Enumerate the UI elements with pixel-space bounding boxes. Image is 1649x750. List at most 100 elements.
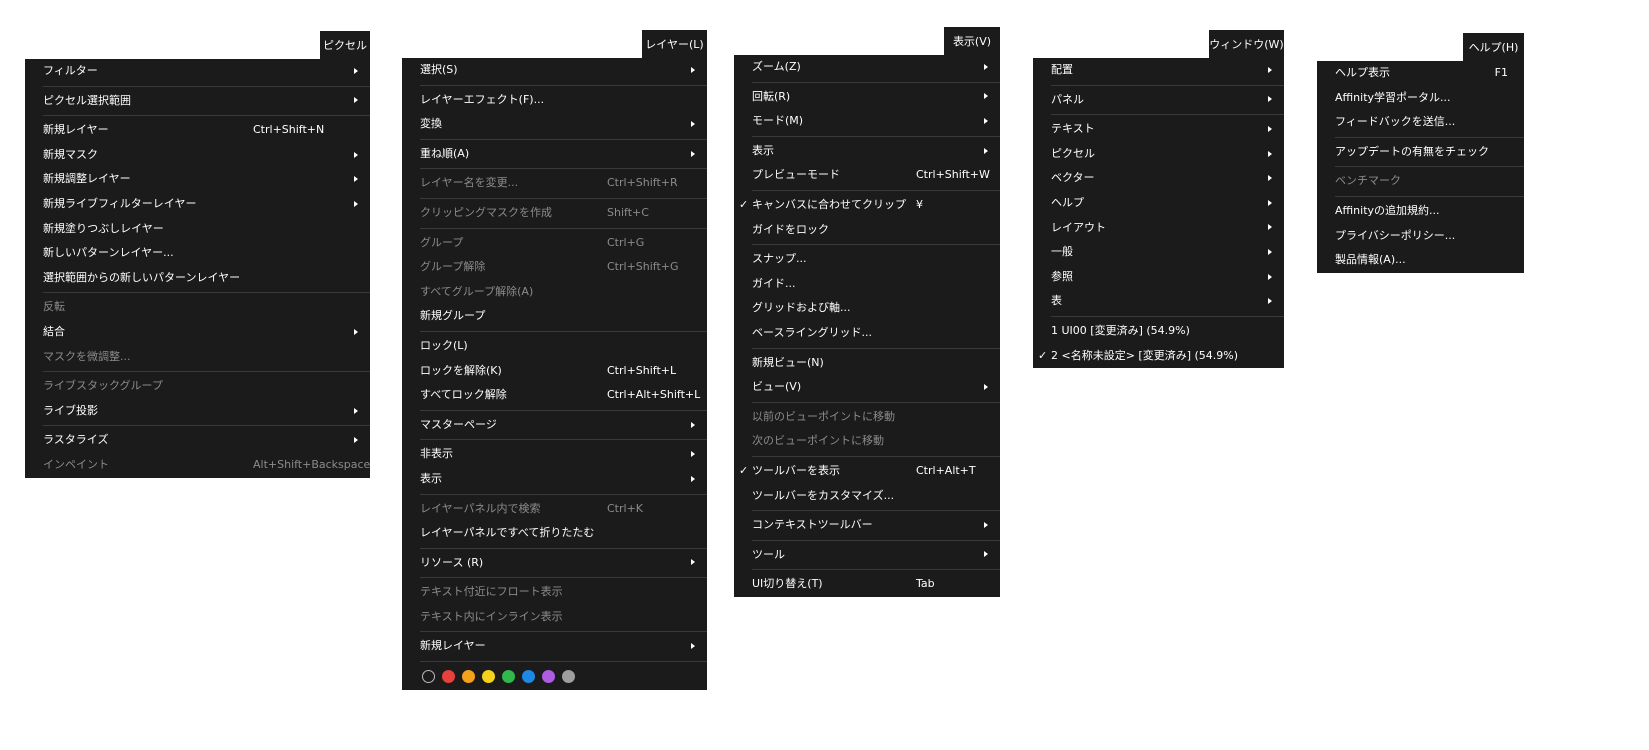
- menu-item[interactable]: 選択範囲からの新しいパターンレイヤー: [25, 266, 370, 291]
- menu-item-label: ベースライングリッド...: [752, 325, 872, 339]
- menu-item[interactable]: ロック(L): [402, 334, 707, 359]
- menu-item[interactable]: アップデートの有無をチェック: [1317, 140, 1524, 165]
- menu-item[interactable]: グリッドおよび軸...: [734, 296, 1000, 321]
- submenu-arrow-icon: [691, 150, 695, 157]
- menu-item[interactable]: ピクセル選択範囲: [25, 89, 370, 114]
- menu-item[interactable]: フィードバックを送信...: [1317, 110, 1524, 135]
- menu-item[interactable]: レイヤーパネルですべて折りたたむ: [402, 521, 707, 546]
- color-tag-none[interactable]: [422, 670, 435, 684]
- menu-item[interactable]: 選択(S): [402, 58, 707, 83]
- color-tag-green[interactable]: [502, 670, 515, 684]
- menu-item-label: 選択範囲からの新しいパターンレイヤー: [43, 270, 241, 284]
- menu-item[interactable]: ベクター: [1033, 166, 1284, 191]
- menu-item[interactable]: 変換: [402, 112, 707, 137]
- menu-item-label: 新規レイヤー: [43, 123, 109, 137]
- menu-item[interactable]: ピクセル: [1033, 142, 1284, 167]
- menu-item: クリッピングマスクを作成 Shift+C: [402, 201, 707, 226]
- menu-item[interactable]: パネル: [1033, 88, 1284, 113]
- menu-item[interactable]: 表示: [734, 139, 1000, 164]
- color-tag-yellow[interactable]: [482, 670, 495, 684]
- menu-item[interactable]: ラスタライズ: [25, 428, 370, 453]
- menu-item: テキスト内にインライン表示: [402, 605, 707, 630]
- submenu-arrow-icon: [1268, 125, 1272, 132]
- color-tag-gray[interactable]: [562, 670, 575, 684]
- menu-item[interactable]: レイアウト: [1033, 216, 1284, 241]
- menu-item[interactable]: 結合: [25, 320, 370, 345]
- menu-item-label: 表示: [420, 471, 442, 485]
- menu-item[interactable]: 重ね順(A): [402, 142, 707, 167]
- menu-item[interactable]: ベースライングリッド...: [734, 321, 1000, 346]
- menu-title-window[interactable]: ウィンドウ(W): [1209, 30, 1284, 58]
- menu-item[interactable]: 表示: [402, 467, 707, 492]
- menu-item[interactable]: ガイドをロック: [734, 218, 1000, 243]
- menu-item[interactable]: ガイド...: [734, 272, 1000, 297]
- menu-item[interactable]: 新規調整レイヤー: [25, 167, 370, 192]
- menu-item[interactable]: Affinityの追加規約...: [1317, 199, 1524, 224]
- menu-item-label: 反転: [43, 300, 65, 314]
- menu-item[interactable]: すべてロック解除 Ctrl+Alt+Shift+L: [402, 383, 707, 408]
- menu-item[interactable]: ツール: [734, 543, 1000, 568]
- menu-separator: [1335, 136, 1524, 138]
- menu-item[interactable]: 一般: [1033, 240, 1284, 265]
- submenu-arrow-icon: [984, 551, 988, 558]
- submenu-arrow-icon: [354, 67, 358, 74]
- menu-item[interactable]: ✓ キャンバスに合わせてクリップ ¥: [734, 193, 1000, 218]
- menu-separator: [43, 292, 370, 294]
- menu-item[interactable]: ライブ投影: [25, 399, 370, 424]
- menu-item[interactable]: プレビューモード Ctrl+Shift+W: [734, 163, 1000, 188]
- menu-item-label: 選択(S): [420, 63, 458, 76]
- menu-title-layer[interactable]: レイヤー(L): [642, 30, 707, 58]
- menu-item[interactable]: Affinity学習ポータル...: [1317, 86, 1524, 111]
- menu-item[interactable]: 参照: [1033, 265, 1284, 290]
- menu-separator: [1335, 166, 1524, 168]
- color-tag-purple[interactable]: [542, 670, 555, 684]
- menu-item[interactable]: 製品情報(A)...: [1317, 248, 1524, 273]
- menu-item[interactable]: 新規ライブフィルターレイヤー: [25, 192, 370, 217]
- menu-item: テキスト付近にフロート表示: [402, 580, 707, 605]
- menu-item[interactable]: 新しいパターンレイヤー...: [25, 241, 370, 266]
- menu-item[interactable]: ✓ ツールバーを表示 Ctrl+Alt+T: [734, 459, 1000, 484]
- menu-item[interactable]: フィルター: [25, 59, 370, 84]
- menu-item[interactable]: 新規レイヤー Ctrl+Shift+N: [25, 118, 370, 143]
- menu-item[interactable]: プライバシーポリシー...: [1317, 224, 1524, 249]
- menu-item[interactable]: レイヤーエフェクト(F)...: [402, 88, 707, 113]
- menu-item[interactable]: ヘルプ: [1033, 191, 1284, 216]
- menu-item-shortcut: Tab: [916, 577, 935, 591]
- color-tag-orange[interactable]: [462, 670, 475, 684]
- menu-item[interactable]: 回転(R): [734, 85, 1000, 110]
- menu-title-help[interactable]: ヘルプ(H): [1463, 33, 1524, 61]
- menu-item[interactable]: 新規グループ: [402, 304, 707, 329]
- menu-item[interactable]: 非表示: [402, 442, 707, 467]
- menu-item[interactable]: 表: [1033, 289, 1284, 314]
- menu-item-label: ベンチマーク: [1335, 174, 1401, 188]
- color-tag-blue[interactable]: [522, 670, 535, 684]
- menu-item[interactable]: ツールバーをカスタマイズ...: [734, 484, 1000, 509]
- menu-item-shortcut: Ctrl+Alt+Shift+L: [607, 388, 701, 402]
- menu-item[interactable]: 新規マスク: [25, 143, 370, 168]
- submenu-arrow-icon: [354, 97, 358, 104]
- menu-item[interactable]: テキスト: [1033, 117, 1284, 142]
- menu-item[interactable]: 1 UI00 [変更済み] (54.9%): [1033, 319, 1284, 344]
- menu-title-pixel[interactable]: ピクセル: [320, 31, 370, 59]
- menu-item[interactable]: スナップ...: [734, 247, 1000, 272]
- menu-item[interactable]: 新規レイヤー: [402, 634, 707, 659]
- menu-item[interactable]: ビュー(V): [734, 375, 1000, 400]
- menu-item-label: 新規塗りつぶしレイヤー: [43, 221, 164, 235]
- checkmark-icon: ✓: [739, 463, 749, 477]
- menu-item[interactable]: 新規ビュー(N): [734, 351, 1000, 376]
- menu-item[interactable]: モード(M): [734, 109, 1000, 134]
- menu-item[interactable]: リソース (R): [402, 551, 707, 576]
- menu-item[interactable]: UI切り替え(T) Tab: [734, 572, 1000, 597]
- menu-item[interactable]: コンテキストツールバー: [734, 513, 1000, 538]
- menu-item[interactable]: マスターページ: [402, 413, 707, 438]
- menu-title-view[interactable]: 表示(V): [944, 27, 1000, 55]
- menu-item[interactable]: 配置: [1033, 58, 1284, 83]
- color-tag-red[interactable]: [442, 670, 455, 684]
- menu-item[interactable]: ズーム(Z): [734, 55, 1000, 80]
- menu-item[interactable]: ロックを解除(K) Ctrl+Shift+L: [402, 359, 707, 384]
- menu-item[interactable]: 新規塗りつぶしレイヤー: [25, 217, 370, 242]
- menu-item-shortcut: Ctrl+Shift+G: [607, 260, 679, 274]
- menu-item-label: スナップ...: [752, 252, 807, 266]
- menu-item[interactable]: ヘルプ表示 F1: [1317, 61, 1524, 86]
- menu-item[interactable]: ✓ 2 <名称未設定> [変更済み] (54.9%): [1033, 344, 1284, 369]
